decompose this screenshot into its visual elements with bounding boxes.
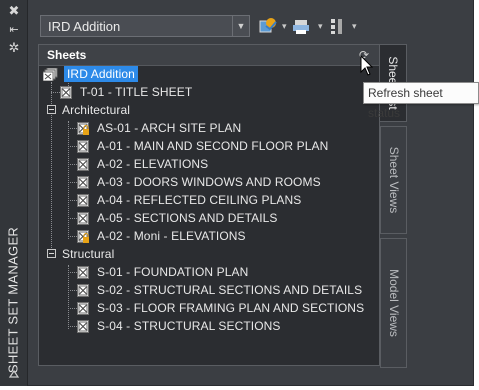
options-icon[interactable] (328, 16, 348, 36)
tab-model-views[interactable]: Model Views (380, 238, 407, 368)
sheet-label: A-04 - REFLECTED CEILING PLANS (97, 193, 302, 207)
sheet-label: S-03 - FLOOR FRAMING PLAN AND SECTIONS (97, 301, 365, 315)
palette-menu-icon[interactable] (8, 368, 20, 380)
sheet-row[interactable]: A-01 - MAIN AND SECOND FLOOR PLAN (77, 137, 331, 155)
tree-connector (68, 121, 69, 239)
sheet-label: S-02 - STRUCTURAL SECTIONS AND DETAILS (97, 283, 363, 297)
sheet-label: AS-01 - ARCH SITE PLAN (97, 121, 242, 135)
subset-row[interactable]: Architectural (59, 101, 133, 119)
publish-icon[interactable] (258, 16, 278, 36)
palette-titlebar[interactable]: ✖ ⇤ ✲ SHEET SET MANAGER (0, 0, 28, 386)
sheet-row[interactable]: AS-01 - ARCH SITE PLAN (77, 119, 244, 137)
sheet-label: A-03 - DOORS WINDOWS AND ROOMS (97, 175, 321, 189)
combo-value: IRD Addition (48, 19, 121, 34)
tree-root-label: IRD Addition (64, 66, 138, 82)
subset-label: Architectural (62, 103, 130, 117)
publish-dropdown-icon[interactable]: ▾ (282, 16, 287, 36)
sheet-row[interactable]: S-03 - FLOOR FRAMING PLAN AND SECTIONS (77, 299, 367, 317)
locked-sheet-icon (77, 229, 89, 243)
tree-root[interactable]: IRD Addition (43, 65, 138, 83)
sheet-row[interactable]: A-02 - Moni - ELEVATIONS (77, 227, 249, 245)
tree-connector (68, 326, 77, 327)
subset-label: Structural (62, 247, 115, 261)
collapse-toggle-icon[interactable] (47, 249, 56, 258)
sheets-panel-title: Sheets (47, 48, 87, 62)
plot-icon[interactable] (292, 16, 312, 36)
tree-connector (68, 272, 77, 273)
sheet-icon (77, 211, 89, 225)
autohide-icon[interactable]: ⇤ (6, 23, 22, 37)
mouse-cursor-icon (360, 55, 374, 76)
tree-connector (68, 236, 77, 237)
refresh-tooltip: Refresh sheet status (363, 82, 479, 120)
close-icon[interactable]: ✖ (6, 4, 22, 18)
sheet-label: S-04 - STRUCTURAL SECTIONS (97, 319, 281, 333)
tree-connector (68, 218, 77, 219)
sheet-icon (77, 319, 89, 333)
sheet-label: A-02 - Moni - ELEVATIONS (97, 229, 246, 243)
sheet-set-combo[interactable]: IRD Addition ▼ (40, 15, 250, 37)
sheet-row[interactable]: A-04 - REFLECTED CEILING PLANS (77, 191, 304, 209)
sheet-icon (77, 301, 89, 315)
sheet-icon (77, 283, 89, 297)
sheets-panel-header: Sheets ⟳ (39, 45, 379, 66)
tree-connector (68, 265, 69, 329)
sheet-set-manager-palette: ✖ ⇤ ✲ SHEET SET MANAGER IRD Addition ▼ ▾… (0, 0, 474, 386)
sheet-label: A-01 - MAIN AND SECOND FLOOR PLAN (97, 139, 329, 153)
sheet-icon (77, 175, 89, 189)
tab-sheet-views[interactable]: Sheet Views (380, 126, 407, 234)
locked-sheet-icon (77, 121, 89, 135)
sheets-panel: Sheets ⟳ IRD Addition T-01 - TITLE SHEET… (38, 44, 380, 366)
sheet-row[interactable]: S-04 - STRUCTURAL SECTIONS (77, 317, 284, 335)
tree-connector (68, 308, 77, 309)
top-toolbar: IRD Addition ▼ ▾ ▾ ▾ (34, 12, 374, 42)
plot-dropdown-icon[interactable]: ▾ (318, 16, 323, 36)
tree-connector (68, 200, 77, 201)
sheet-tree: IRD Addition T-01 - TITLE SHEET Architect… (39, 65, 379, 363)
sheet-row[interactable]: A-02 - ELEVATIONS (77, 155, 211, 173)
tree-connector (68, 128, 77, 129)
tab-model-views-label: Model Views (386, 269, 401, 337)
sheet-icon (77, 139, 89, 153)
sheet-label: A-05 - SECTIONS AND DETAILS (97, 211, 278, 225)
sheet-icon (77, 157, 89, 171)
tab-sheet-views-label: Sheet Views (386, 146, 401, 214)
palette-title: SHEET SET MANAGER (5, 226, 21, 374)
sheet-row[interactable]: A-05 - SECTIONS AND DETAILS (77, 209, 281, 227)
sheet-label: S-01 - FOUNDATION PLAN (97, 265, 249, 279)
tree-connector (68, 290, 77, 291)
sheet-icon (60, 85, 72, 99)
sheet-label: T-01 - TITLE SHEET (80, 85, 193, 99)
subset-row[interactable]: Structural (59, 245, 117, 263)
sheet-row[interactable]: S-01 - FOUNDATION PLAN (77, 263, 251, 281)
chevron-down-icon[interactable]: ▼ (232, 16, 249, 36)
sheet-set-icon (43, 67, 58, 81)
tree-connector (68, 164, 77, 165)
tree-connector (51, 92, 60, 93)
tree-connector (68, 146, 77, 147)
options-dropdown-icon[interactable]: ▾ (352, 16, 357, 36)
tree-connector (68, 182, 77, 183)
sheet-icon (77, 265, 89, 279)
sheet-icon (77, 193, 89, 207)
sheet-label: A-02 - ELEVATIONS (97, 157, 209, 171)
collapse-toggle-icon[interactable] (47, 105, 56, 114)
sheet-row[interactable]: T-01 - TITLE SHEET (60, 83, 195, 101)
sheet-row[interactable]: S-02 - STRUCTURAL SECTIONS AND DETAILS (77, 281, 365, 299)
properties-icon[interactable]: ✲ (6, 41, 22, 55)
sheet-row[interactable]: A-03 - DOORS WINDOWS AND ROOMS (77, 173, 324, 191)
